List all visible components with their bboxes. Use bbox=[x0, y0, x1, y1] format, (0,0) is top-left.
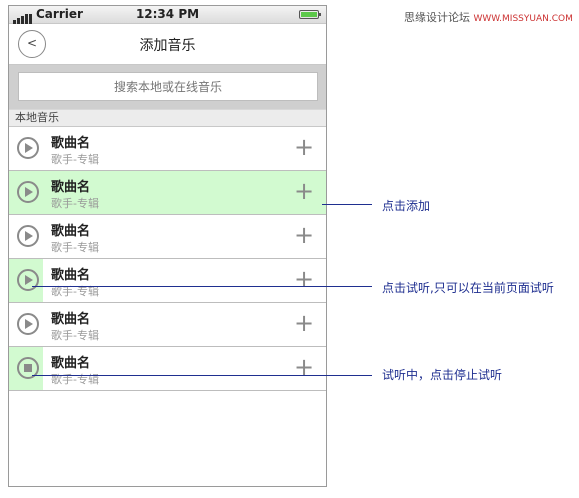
song-row[interactable]: 歌曲名歌手-专辑 + bbox=[9, 303, 326, 347]
song-row[interactable]: 歌曲名歌手-专辑 + bbox=[9, 215, 326, 259]
add-button[interactable]: + bbox=[294, 355, 314, 381]
play-button[interactable] bbox=[17, 181, 39, 203]
add-button[interactable]: + bbox=[294, 267, 314, 293]
play-icon bbox=[25, 142, 33, 153]
add-button[interactable]: + bbox=[294, 135, 314, 161]
song-list: 歌曲名 歌手-专辑 + 歌曲名 歌手-专辑 + 歌曲名 歌手-专辑 + 歌曲名 歌手-专辑 + 歌曲名歌… bbox=[9, 127, 326, 391]
status-time: 12:34 PM bbox=[135, 7, 200, 21]
annotation-previewing: 试听中，点击停止试听 bbox=[382, 368, 503, 382]
play-icon bbox=[25, 318, 33, 329]
annotation-preview: 点击试听,只可以在当前页面试听 bbox=[382, 281, 554, 295]
stop-icon bbox=[24, 364, 32, 372]
song-row[interactable]: 歌曲名歌手-专辑 + bbox=[9, 171, 326, 215]
battery-icon bbox=[299, 10, 321, 19]
play-icon bbox=[25, 274, 33, 285]
song-row[interactable]: 歌曲名 歌手-专辑 + bbox=[9, 259, 326, 303]
watermark-cn: 思缘设计论坛 bbox=[404, 11, 470, 24]
play-button[interactable] bbox=[17, 225, 39, 247]
play-button[interactable] bbox=[17, 269, 39, 291]
play-button[interactable] bbox=[17, 313, 39, 335]
song-subtitle: 歌手-专辑 bbox=[51, 153, 99, 166]
song-title: 歌曲名 bbox=[51, 312, 91, 327]
add-button[interactable]: + bbox=[294, 223, 314, 249]
song-title: 歌曲名 bbox=[51, 180, 91, 195]
song-title: 歌曲名 bbox=[51, 136, 91, 151]
section-header: 本地音乐 bbox=[9, 109, 326, 127]
add-button[interactable]: + bbox=[294, 179, 314, 205]
phone-mockup: Carrier 12:34 PM < 添加音乐 本地音乐 歌曲名歌手-专辑+歌曲… bbox=[8, 5, 327, 487]
annotation-line-preview bbox=[32, 286, 372, 287]
annotation-add: 点击添加 bbox=[382, 199, 431, 213]
song-subtitle: 歌手-专辑 bbox=[51, 197, 99, 210]
play-icon bbox=[25, 230, 33, 241]
watermark: 思缘设计论坛 WWW.MISSYUAN.COM bbox=[404, 9, 573, 25]
search-input[interactable] bbox=[18, 72, 318, 101]
nav-bar: < 添加音乐 bbox=[9, 24, 326, 65]
page-title: 添加音乐 bbox=[139, 38, 196, 54]
song-row[interactable]: 歌曲名歌手-专辑 + bbox=[9, 127, 326, 171]
song-subtitle: 歌手-专辑 bbox=[51, 373, 99, 386]
song-subtitle: 歌手-专辑 bbox=[51, 329, 99, 342]
play-button[interactable] bbox=[17, 137, 39, 159]
annotation-line-add bbox=[322, 204, 372, 205]
add-button[interactable]: + bbox=[294, 311, 314, 337]
song-title: 歌曲名 bbox=[51, 224, 91, 239]
song-subtitle: 歌手-专辑 bbox=[51, 241, 99, 254]
song-title: 歌曲名 bbox=[51, 268, 91, 283]
annotation-line-previewing bbox=[32, 375, 372, 376]
song-row[interactable]: 歌曲名歌手-专辑 + bbox=[9, 347, 326, 391]
song-title: 歌曲名 bbox=[51, 356, 91, 371]
watermark-en: WWW.MISSYUAN.COM bbox=[473, 14, 573, 24]
status-bar: Carrier 12:34 PM bbox=[9, 6, 326, 24]
play-icon bbox=[25, 186, 33, 197]
search-bar bbox=[9, 65, 326, 109]
